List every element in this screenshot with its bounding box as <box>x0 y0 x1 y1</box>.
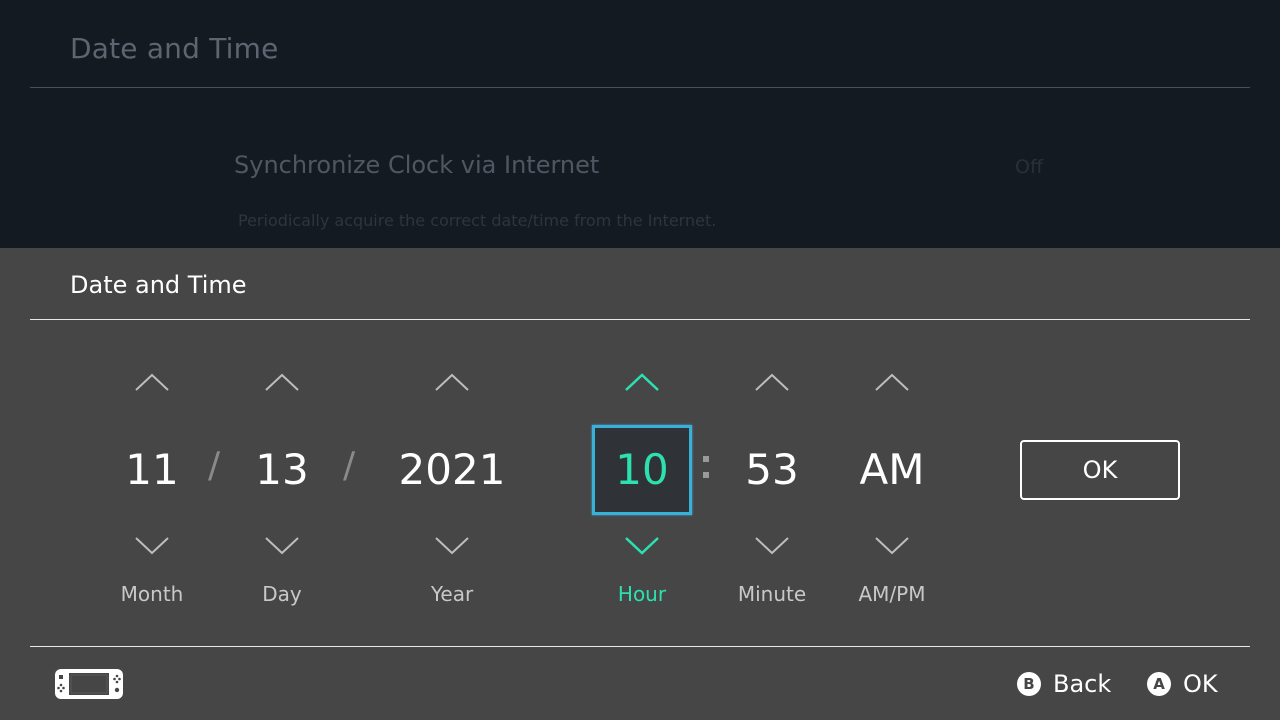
chevron-down-icon <box>625 537 659 555</box>
month-increment-button[interactable] <box>132 368 172 396</box>
year-increment-button[interactable] <box>432 368 472 396</box>
minute-label: Minute <box>737 582 807 606</box>
ampm-value[interactable]: AM <box>860 440 925 500</box>
chevron-up-icon <box>755 373 789 391</box>
date-separator: / <box>208 445 221 486</box>
dialog-divider-bottom <box>30 646 1250 647</box>
chevron-up-icon <box>625 373 659 391</box>
b-button-icon: B <box>1017 672 1041 696</box>
chevron-down-icon <box>875 537 909 555</box>
chevron-down-icon <box>265 537 299 555</box>
minute-increment-button[interactable] <box>752 368 792 396</box>
month-value[interactable]: 11 <box>125 440 178 500</box>
sync-clock-setting-value: Off <box>1015 156 1044 178</box>
confirm-label: OK <box>1183 670 1218 698</box>
year-label: Year <box>430 582 474 606</box>
chevron-up-icon <box>265 373 299 391</box>
chevron-down-icon <box>135 537 169 555</box>
day-spinner: 13 Day <box>222 368 342 628</box>
hour-value[interactable]: 10 <box>615 440 668 500</box>
ampm-label: AM/PM <box>858 582 926 606</box>
month-spinner: 11 Month <box>92 368 212 628</box>
minute-value[interactable]: 53 <box>745 440 798 500</box>
hour-label: Hour <box>617 582 667 606</box>
month-label: Month <box>120 582 184 606</box>
ampm-spinner: AM AM/PM <box>832 368 952 628</box>
chevron-down-icon <box>435 537 469 555</box>
hour-spinner: 10 Hour <box>582 368 702 628</box>
back-button[interactable]: B Back <box>1017 670 1111 698</box>
confirm-button[interactable]: A OK <box>1147 670 1218 698</box>
month-decrement-button[interactable] <box>132 532 172 560</box>
ampm-decrement-button[interactable] <box>872 532 912 560</box>
chevron-down-icon <box>755 537 789 555</box>
day-decrement-button[interactable] <box>262 532 302 560</box>
ampm-increment-button[interactable] <box>872 368 912 396</box>
minute-decrement-button[interactable] <box>752 532 792 560</box>
handheld-console-icon <box>55 669 123 699</box>
day-label: Day <box>262 582 302 606</box>
day-value[interactable]: 13 <box>255 440 308 500</box>
sync-clock-setting-label: Synchronize Clock via Internet <box>234 151 600 179</box>
dialog-divider-top <box>30 319 1250 320</box>
chevron-up-icon <box>875 373 909 391</box>
a-button-icon: A <box>1147 672 1171 696</box>
hour-decrement-button[interactable] <box>622 532 662 560</box>
hour-increment-button[interactable] <box>622 368 662 396</box>
background-page-title: Date and Time <box>70 32 279 65</box>
year-spinner: 2021 Year <box>392 368 512 628</box>
year-decrement-button[interactable] <box>432 532 472 560</box>
chevron-up-icon <box>435 373 469 391</box>
back-label: Back <box>1053 670 1112 698</box>
chevron-up-icon <box>135 373 169 391</box>
date-time-dialog: Date and Time 11 Month / 13 Day / 2021 Y… <box>0 248 1280 720</box>
time-separator <box>703 448 709 482</box>
day-increment-button[interactable] <box>262 368 302 396</box>
background-divider <box>30 87 1250 88</box>
dialog-title: Date and Time <box>70 271 247 299</box>
ok-button[interactable]: OK <box>1020 440 1180 500</box>
sync-clock-setting-description: Periodically acquire the correct date/ti… <box>238 211 717 230</box>
year-value[interactable]: 2021 <box>399 440 506 500</box>
date-separator: / <box>343 445 356 486</box>
minute-spinner: 53 Minute <box>712 368 832 628</box>
